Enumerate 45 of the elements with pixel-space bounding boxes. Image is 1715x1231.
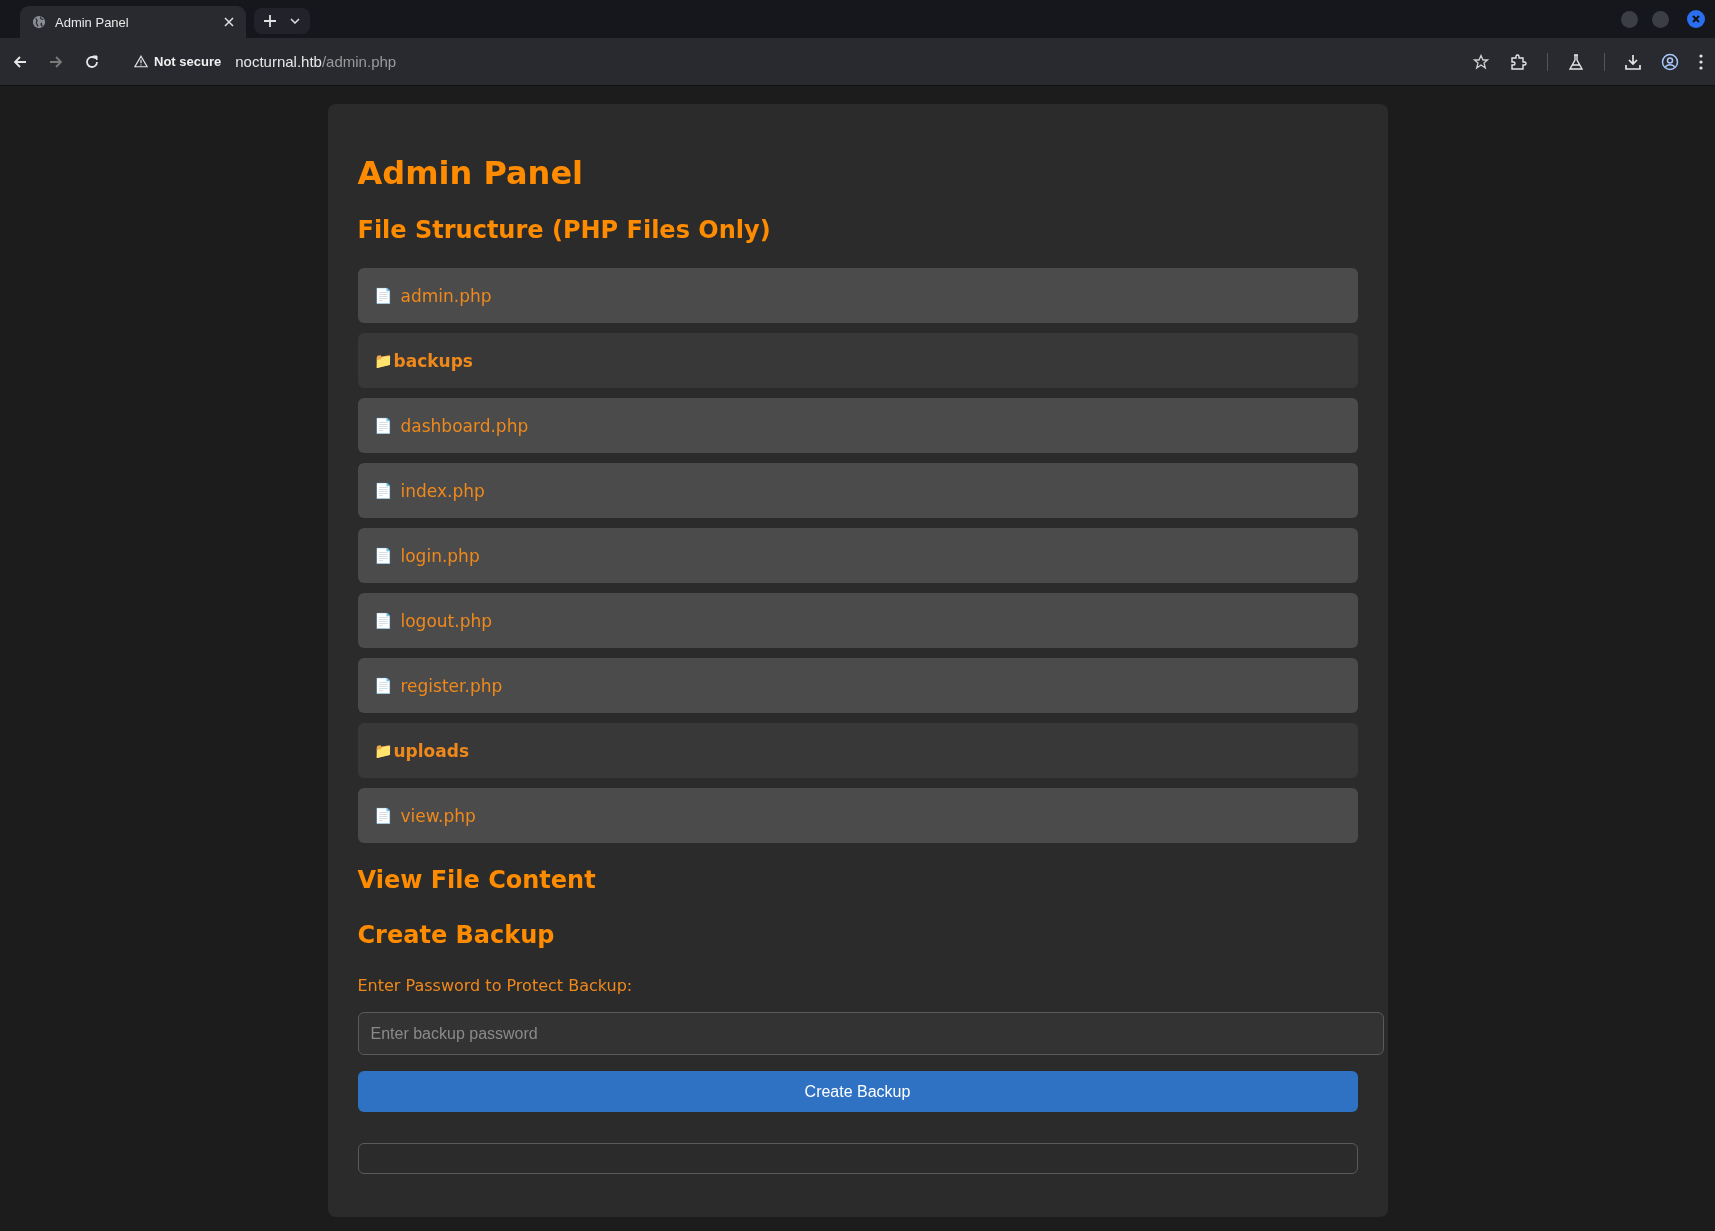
folder-list-item[interactable]: 📁uploads <box>357 723 1358 778</box>
page-title: Admin Panel <box>357 153 585 194</box>
file-list-item[interactable]: 📄 view.php <box>357 788 1358 843</box>
puzzle-piece-icon[interactable] <box>1509 52 1527 71</box>
forward-arrow-icon[interactable] <box>48 53 64 70</box>
close-icon[interactable] <box>224 17 234 27</box>
document-icon: 📄 <box>373 676 393 695</box>
warning-icon <box>134 55 148 68</box>
flask-icon[interactable] <box>1568 53 1584 70</box>
file-list-item[interactable]: 📄 admin.php <box>357 268 1358 323</box>
menu-icon[interactable] <box>1699 53 1703 70</box>
folder-name: uploads <box>393 740 470 761</box>
file-list-item[interactable]: 📄 login.php <box>357 528 1358 583</box>
document-icon: 📄 <box>373 806 393 825</box>
folder-icon: 📁 <box>373 351 393 370</box>
document-icon: 📄 <box>373 546 393 565</box>
chevron-down-icon[interactable] <box>290 18 300 24</box>
document-icon: 📄 <box>373 416 393 435</box>
password-field[interactable]: Enter backup password <box>357 1012 1384 1055</box>
back-arrow-icon[interactable] <box>12 53 28 70</box>
download-icon[interactable] <box>1625 53 1641 70</box>
folder-name: backups <box>393 350 473 371</box>
globe-icon <box>32 15 46 29</box>
document-icon: 📄 <box>373 611 393 630</box>
address-bar-url[interactable]: nocturnal.htb/admin.php <box>235 53 397 70</box>
security-indicator[interactable]: Not secure <box>134 54 222 69</box>
star-icon[interactable] <box>1473 53 1489 70</box>
document-icon: 📄 <box>373 481 393 500</box>
profile-icon[interactable] <box>1661 52 1679 71</box>
section-heading: View File Content <box>357 865 597 896</box>
file-list-item[interactable]: 📄 register.php <box>357 658 1358 713</box>
create-backup-button[interactable]: Create Backup <box>357 1071 1358 1112</box>
file-list-item[interactable]: 📄 dashboard.php <box>357 398 1358 453</box>
reload-icon[interactable] <box>84 53 100 70</box>
file-list-item[interactable]: 📄 logout.php <box>357 593 1358 648</box>
browser-tab[interactable]: Admin Panel <box>20 6 246 38</box>
field-label: Enter Password to Protect Backup: <box>357 976 634 995</box>
section-heading: Create Backup <box>357 920 556 951</box>
document-icon: 📄 <box>373 286 393 305</box>
folder-icon: 📁 <box>373 741 393 760</box>
plus-icon[interactable] <box>264 15 276 27</box>
section-heading: File Structure (PHP Files Only) <box>357 215 772 246</box>
folder-list-item[interactable]: 📁backups <box>357 333 1358 388</box>
file-list-item[interactable]: 📄 index.php <box>357 463 1358 518</box>
file-link[interactable]: logout.php <box>400 610 493 631</box>
